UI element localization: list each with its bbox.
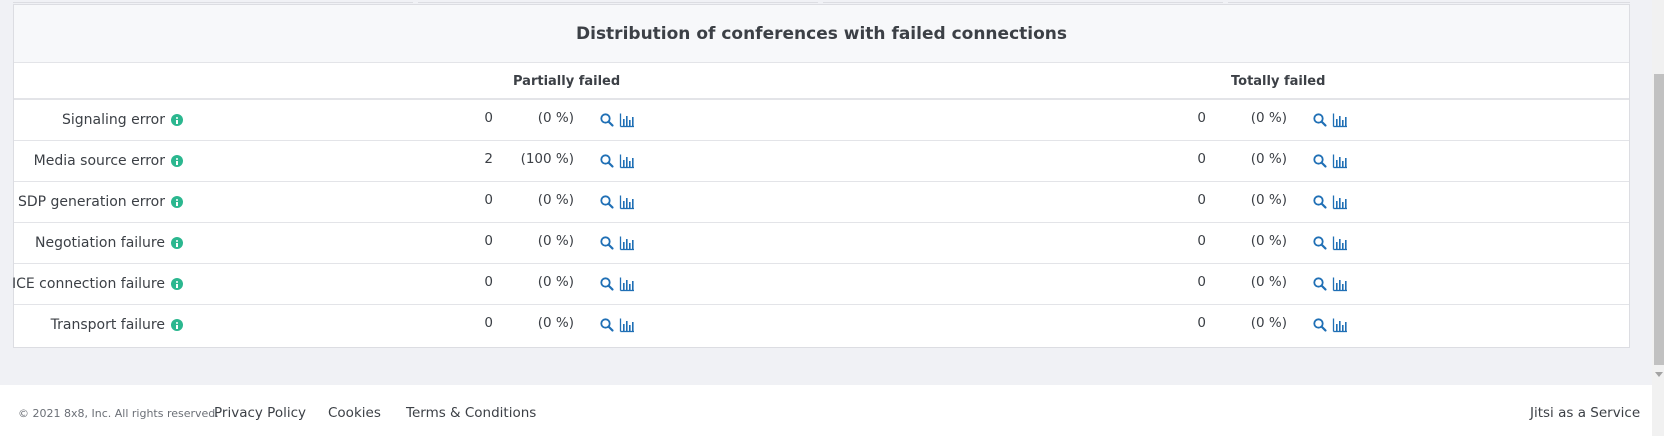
column-header-totally-failed: Totally failed: [1231, 74, 1326, 89]
total-count: 0: [1197, 151, 1206, 167]
terms-conditions-link[interactable]: Terms & Conditions: [406, 405, 536, 421]
partial-percent: (0 %): [537, 315, 574, 331]
bar-chart-icon[interactable]: [1332, 153, 1348, 169]
tab-edge: [418, 0, 818, 3]
row-label-ice-connection-failure: ICE connection failure: [12, 264, 183, 304]
total-percent: (0 %): [1250, 151, 1287, 167]
copyright-text: © 2021 8x8, Inc. All rights reserved.: [18, 407, 219, 420]
total-count: 0: [1197, 192, 1206, 208]
column-header-partially-failed: Partially failed: [513, 74, 621, 89]
table-row: Negotiation failure 0 (0 %) 0 (0 %): [14, 223, 1629, 264]
partial-count: 2: [484, 151, 493, 167]
total-percent: (0 %): [1250, 274, 1287, 290]
total-percent: (0 %): [1250, 233, 1287, 249]
partial-count: 0: [484, 233, 493, 249]
partial-percent: (0 %): [537, 274, 574, 290]
tab-edge: [13, 0, 413, 3]
row-label-text: Signaling error: [62, 112, 165, 128]
failed-connections-panel: Distribution of conferences with failed …: [12, 4, 1630, 348]
partial-count: 0: [484, 315, 493, 331]
search-icon[interactable]: [1312, 153, 1328, 169]
scroll-down-arrow-icon[interactable]: [1655, 372, 1663, 377]
row-label-transport-failure: Transport failure: [51, 305, 183, 345]
row-label-negotiation-failure: Negotiation failure: [35, 223, 183, 263]
search-icon[interactable]: [599, 235, 615, 251]
total-percent: (0 %): [1250, 110, 1287, 126]
scrollbar-thumb[interactable]: [1654, 74, 1664, 365]
info-icon[interactable]: [171, 319, 183, 331]
bar-chart-icon[interactable]: [1332, 235, 1348, 251]
partial-percent: (0 %): [537, 192, 574, 208]
bar-chart-icon[interactable]: [619, 194, 635, 210]
info-icon[interactable]: [171, 278, 183, 290]
jitsi-as-a-service-link[interactable]: Jitsi as a Service: [1530, 405, 1640, 421]
footer: © 2021 8x8, Inc. All rights reserved. Pr…: [0, 385, 1652, 436]
info-icon[interactable]: [171, 155, 183, 167]
scrollbar[interactable]: [1652, 0, 1664, 436]
table-row: Transport failure 0 (0 %) 0 (0 %): [14, 305, 1629, 346]
row-label-text: SDP generation error: [17, 194, 165, 210]
search-icon[interactable]: [599, 112, 615, 128]
partial-percent: (100 %): [520, 151, 574, 167]
tab-edge: [823, 0, 1223, 3]
bar-chart-icon[interactable]: [619, 235, 635, 251]
cookies-link[interactable]: Cookies: [328, 405, 381, 421]
search-icon[interactable]: [1312, 194, 1328, 210]
partial-count: 0: [484, 274, 493, 290]
search-icon[interactable]: [599, 317, 615, 333]
info-icon[interactable]: [171, 196, 183, 208]
row-label-text: Transport failure: [50, 317, 165, 333]
partial-percent: (0 %): [537, 233, 574, 249]
search-icon[interactable]: [599, 194, 615, 210]
bar-chart-icon[interactable]: [1332, 194, 1348, 210]
row-label-signaling-error: Signaling error: [62, 100, 183, 140]
panel-title: Distribution of conferences with failed …: [576, 23, 1067, 44]
search-icon[interactable]: [599, 153, 615, 169]
search-icon[interactable]: [1312, 276, 1328, 292]
privacy-policy-link[interactable]: Privacy Policy: [214, 405, 306, 421]
bar-chart-icon[interactable]: [619, 317, 635, 333]
table-row: ICE connection failure 0 (0 %) 0 (0 %): [12, 264, 1629, 305]
bar-chart-icon[interactable]: [619, 112, 635, 128]
row-label-sdp-generation-error: SDP generation error: [18, 182, 183, 222]
row-label-text: Media source error: [33, 153, 165, 169]
total-percent: (0 %): [1250, 315, 1287, 331]
partial-percent: (0 %): [537, 110, 574, 126]
failure-table-body: Signaling error 0 (0 %) 0 (0 %) Media source …: [12, 100, 1629, 346]
total-percent: (0 %): [1250, 192, 1287, 208]
table-row: Signaling error 0 (0 %) 0 (0 %): [14, 100, 1629, 141]
total-count: 0: [1197, 274, 1206, 290]
table-row: Media source error 2 (100 %) 0 (0 %): [14, 141, 1629, 182]
table-row: SDP generation error 0 (0 %) 0 (0 %): [14, 182, 1629, 223]
partial-count: 0: [484, 110, 493, 126]
search-icon[interactable]: [1312, 235, 1328, 251]
total-count: 0: [1197, 110, 1206, 126]
info-icon[interactable]: [171, 237, 183, 249]
bar-chart-icon[interactable]: [1332, 112, 1348, 128]
bar-chart-icon[interactable]: [1332, 317, 1348, 333]
row-label-media-source-error: Media source error: [34, 141, 183, 181]
search-icon[interactable]: [599, 276, 615, 292]
search-icon[interactable]: [1312, 112, 1328, 128]
partial-count: 0: [484, 192, 493, 208]
column-headers: Partially failed Totally failed: [14, 63, 1629, 100]
info-icon[interactable]: [171, 114, 183, 126]
row-label-text: Negotiation failure: [35, 235, 165, 251]
total-count: 0: [1197, 233, 1206, 249]
bar-chart-icon[interactable]: [619, 276, 635, 292]
bar-chart-icon[interactable]: [1332, 276, 1348, 292]
search-icon[interactable]: [1312, 317, 1328, 333]
tab-edge: [1228, 0, 1630, 3]
row-label-text: ICE connection failure: [11, 276, 165, 292]
bar-chart-icon[interactable]: [619, 153, 635, 169]
panel-header: Distribution of conferences with failed …: [14, 5, 1629, 63]
total-count: 0: [1197, 315, 1206, 331]
